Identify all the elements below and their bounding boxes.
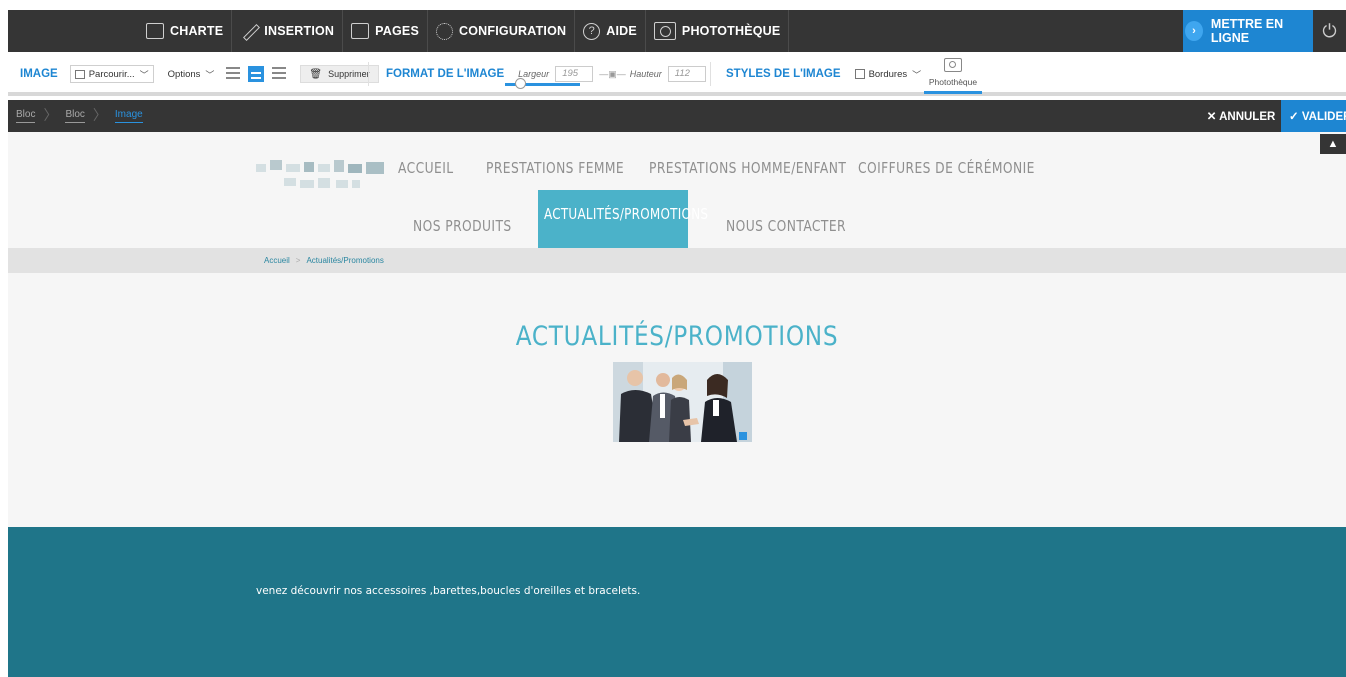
crumb-image[interactable]: Image [114,109,143,123]
bc-current: Actualités/Promotions [306,256,384,265]
image-toolbar: IMAGE Parcourir... ﹀ Options ﹀ 🗑 Supprim… [8,52,1346,96]
phototheque-label: Photothèque [928,77,978,87]
menu-insertion-label: INSERTION [264,24,335,38]
width-slider[interactable] [505,78,580,89]
menu-phototheque[interactable]: PHOTOTHÈQUE [646,10,790,52]
menu-configuration[interactable]: CONFIGURATION [428,10,576,52]
pages-icon [351,23,370,39]
options-label: Options [167,68,201,80]
crumb-bloc-2[interactable]: Bloc [65,109,85,123]
menu-phototheque-label: PHOTOTHÈQUE [681,24,781,38]
site-preview: ▲ ACCUEIL PRESTATIONS FEMME PRESTATIONS … [8,132,1346,677]
page-title: ACTUALITÉS/PROMOTIONS [515,321,839,352]
browse-label: Parcourir... [88,68,135,80]
divider [710,62,711,86]
menu-pages-label: PAGES [375,24,420,38]
gear-icon [436,22,454,40]
menu-aide[interactable]: ? AIDE [575,10,646,52]
menu-aide-label: AIDE [606,24,637,38]
trash-icon: 🗑 [309,68,323,80]
bc-accueil[interactable]: Accueil [264,256,290,265]
image-section: IMAGE Parcourir... ﹀ Options ﹀ 🗑 Supprim… [20,52,379,96]
styles-section-title: STYLES DE L'IMAGE [726,68,841,80]
site-logo-blurred [256,158,388,198]
options-dropdown[interactable]: Options ﹀ [163,65,219,83]
chevron-right-icon: 〉 [92,107,107,123]
styles-section: STYLES DE L'IMAGE Bordures ﹀ [726,52,926,96]
business-handshake-illustration [613,362,752,442]
nav-coiffures[interactable]: COIFFURES DE CÉRÉMONIE [858,154,1035,182]
align-right-icon[interactable] [272,67,287,81]
menu-configuration-label: CONFIGURATION [459,24,567,38]
editor-frame: CHARTE INSERTION PAGES CONFIGURATION ? A… [8,0,1346,677]
chevron-right-icon: > [295,256,301,265]
borders-dropdown[interactable]: Bordures ﹀ [850,65,926,83]
layout-icon [146,23,164,39]
nav-accueil[interactable]: ACCUEIL [398,154,454,182]
edit-bar: Bloc 〉 Bloc 〉 Image ✕ ANNULER ✓ VALIDER [8,100,1346,132]
chevron-up-icon[interactable]: ▲ [1320,134,1346,154]
page-breadcrumb: Accueil > Actualités/Promotions [264,248,384,273]
delete-label: Supprimer [328,69,370,79]
format-section: FORMAT DE L'IMAGE Largeur 195 —▣— Hauteu… [386,52,712,96]
footer-banner: venez découvrir nos accessoires ,barette… [8,527,1346,677]
format-section-title: FORMAT DE L'IMAGE [386,68,505,80]
width-label: Largeur [518,69,550,79]
align-left-icon[interactable] [226,67,241,81]
help-icon: ? [583,22,601,40]
chevron-down-icon: ﹀ [205,69,215,80]
cancel-button[interactable]: ✕ ANNULER [1201,100,1281,132]
main-menu: CHARTE INSERTION PAGES CONFIGURATION ? A… [138,10,790,52]
width-input[interactable]: 195 [555,66,594,82]
validate-button[interactable]: ✓ VALIDER [1281,100,1346,132]
nav-produits[interactable]: NOS PRODUITS [413,212,512,240]
delete-button[interactable]: 🗑 Supprimer [300,65,379,83]
power-icon[interactable]: ⏻ [1313,10,1346,52]
phototheque-button[interactable]: Photothèque [924,56,982,94]
height-input[interactable]: 112 [667,66,706,82]
height-label: Hauteur [629,69,662,79]
nav-actualites-active[interactable]: ACTUALITÉS/PROMOTIONS [538,190,708,248]
menu-pages[interactable]: PAGES [343,10,429,52]
image-section-title: IMAGE [20,68,58,80]
image-icon [74,69,85,79]
crumb-bloc-1[interactable]: Bloc [16,109,36,123]
borders-label: Bordures [868,68,908,80]
camera-icon [653,22,676,40]
nav-prestations-femme[interactable]: PRESTATIONS FEMME [486,154,624,182]
menu-charte[interactable]: CHARTE [138,10,233,52]
menu-charte-label: CHARTE [170,24,224,38]
chevron-right-icon: › [1185,21,1203,41]
page-breadcrumb-bar: Accueil > Actualités/Promotions [8,248,1346,273]
chevron-down-icon: ﹀ [139,69,149,80]
chevron-right-icon: 〉 [43,107,58,123]
publish-button[interactable]: › METTRE EN LIGNE [1183,10,1313,52]
footer-text: venez découvrir nos accessoires ,barette… [256,585,641,597]
menu-insertion[interactable]: INSERTION [232,10,344,52]
nav-contact[interactable]: NOUS CONTACTER [726,212,846,240]
slider-handle[interactable] [515,78,526,89]
chevron-down-icon: ﹀ [912,69,922,80]
page-content: ACTUALITÉS/PROMOTIONS [8,273,1346,527]
pencil-icon [240,23,258,39]
nav-actualites-label: ACTUALITÉS/PROMOTIONS [544,205,709,223]
align-center-icon[interactable] [248,66,265,82]
top-menu-bar: CHARTE INSERTION PAGES CONFIGURATION ? A… [8,10,1346,52]
publish-label: METTRE EN LIGNE [1210,17,1284,45]
divider [368,62,369,86]
block-breadcrumb: Bloc 〉 Bloc 〉 Image [16,100,143,132]
lock-icon[interactable]: —▣— [599,69,626,80]
camera-lens [949,61,956,68]
camera-icon [944,58,962,72]
checkbox-icon [854,69,865,79]
browse-dropdown[interactable]: Parcourir... ﹀ [69,65,154,83]
business-people-image[interactable] [613,362,752,442]
nav-prestations-homme[interactable]: PRESTATIONS HOMME/ENFANT [649,154,846,182]
